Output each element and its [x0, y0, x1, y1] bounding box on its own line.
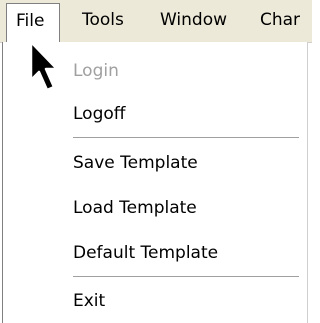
menu-bar: File Tools Window Char — [0, 0, 312, 43]
menu-item-default-template[interactable]: Default Template — [73, 239, 218, 267]
menu-window[interactable]: Window — [160, 3, 227, 38]
menu-file[interactable]: File — [6, 3, 60, 42]
menu-chart[interactable]: Char — [260, 3, 300, 38]
menu-item-load-template[interactable]: Load Template — [73, 194, 197, 222]
menu-item-exit[interactable]: Exit — [73, 287, 105, 315]
menu-separator — [73, 276, 299, 278]
menu-separator — [73, 137, 299, 139]
menu-item-logoff[interactable]: Logoff — [73, 100, 125, 128]
menu-item-save-template[interactable]: Save Template — [73, 149, 198, 177]
menu-item-login[interactable]: Login — [73, 57, 119, 85]
arrow-pointer-icon — [29, 40, 59, 92]
menu-tools[interactable]: Tools — [82, 3, 124, 38]
